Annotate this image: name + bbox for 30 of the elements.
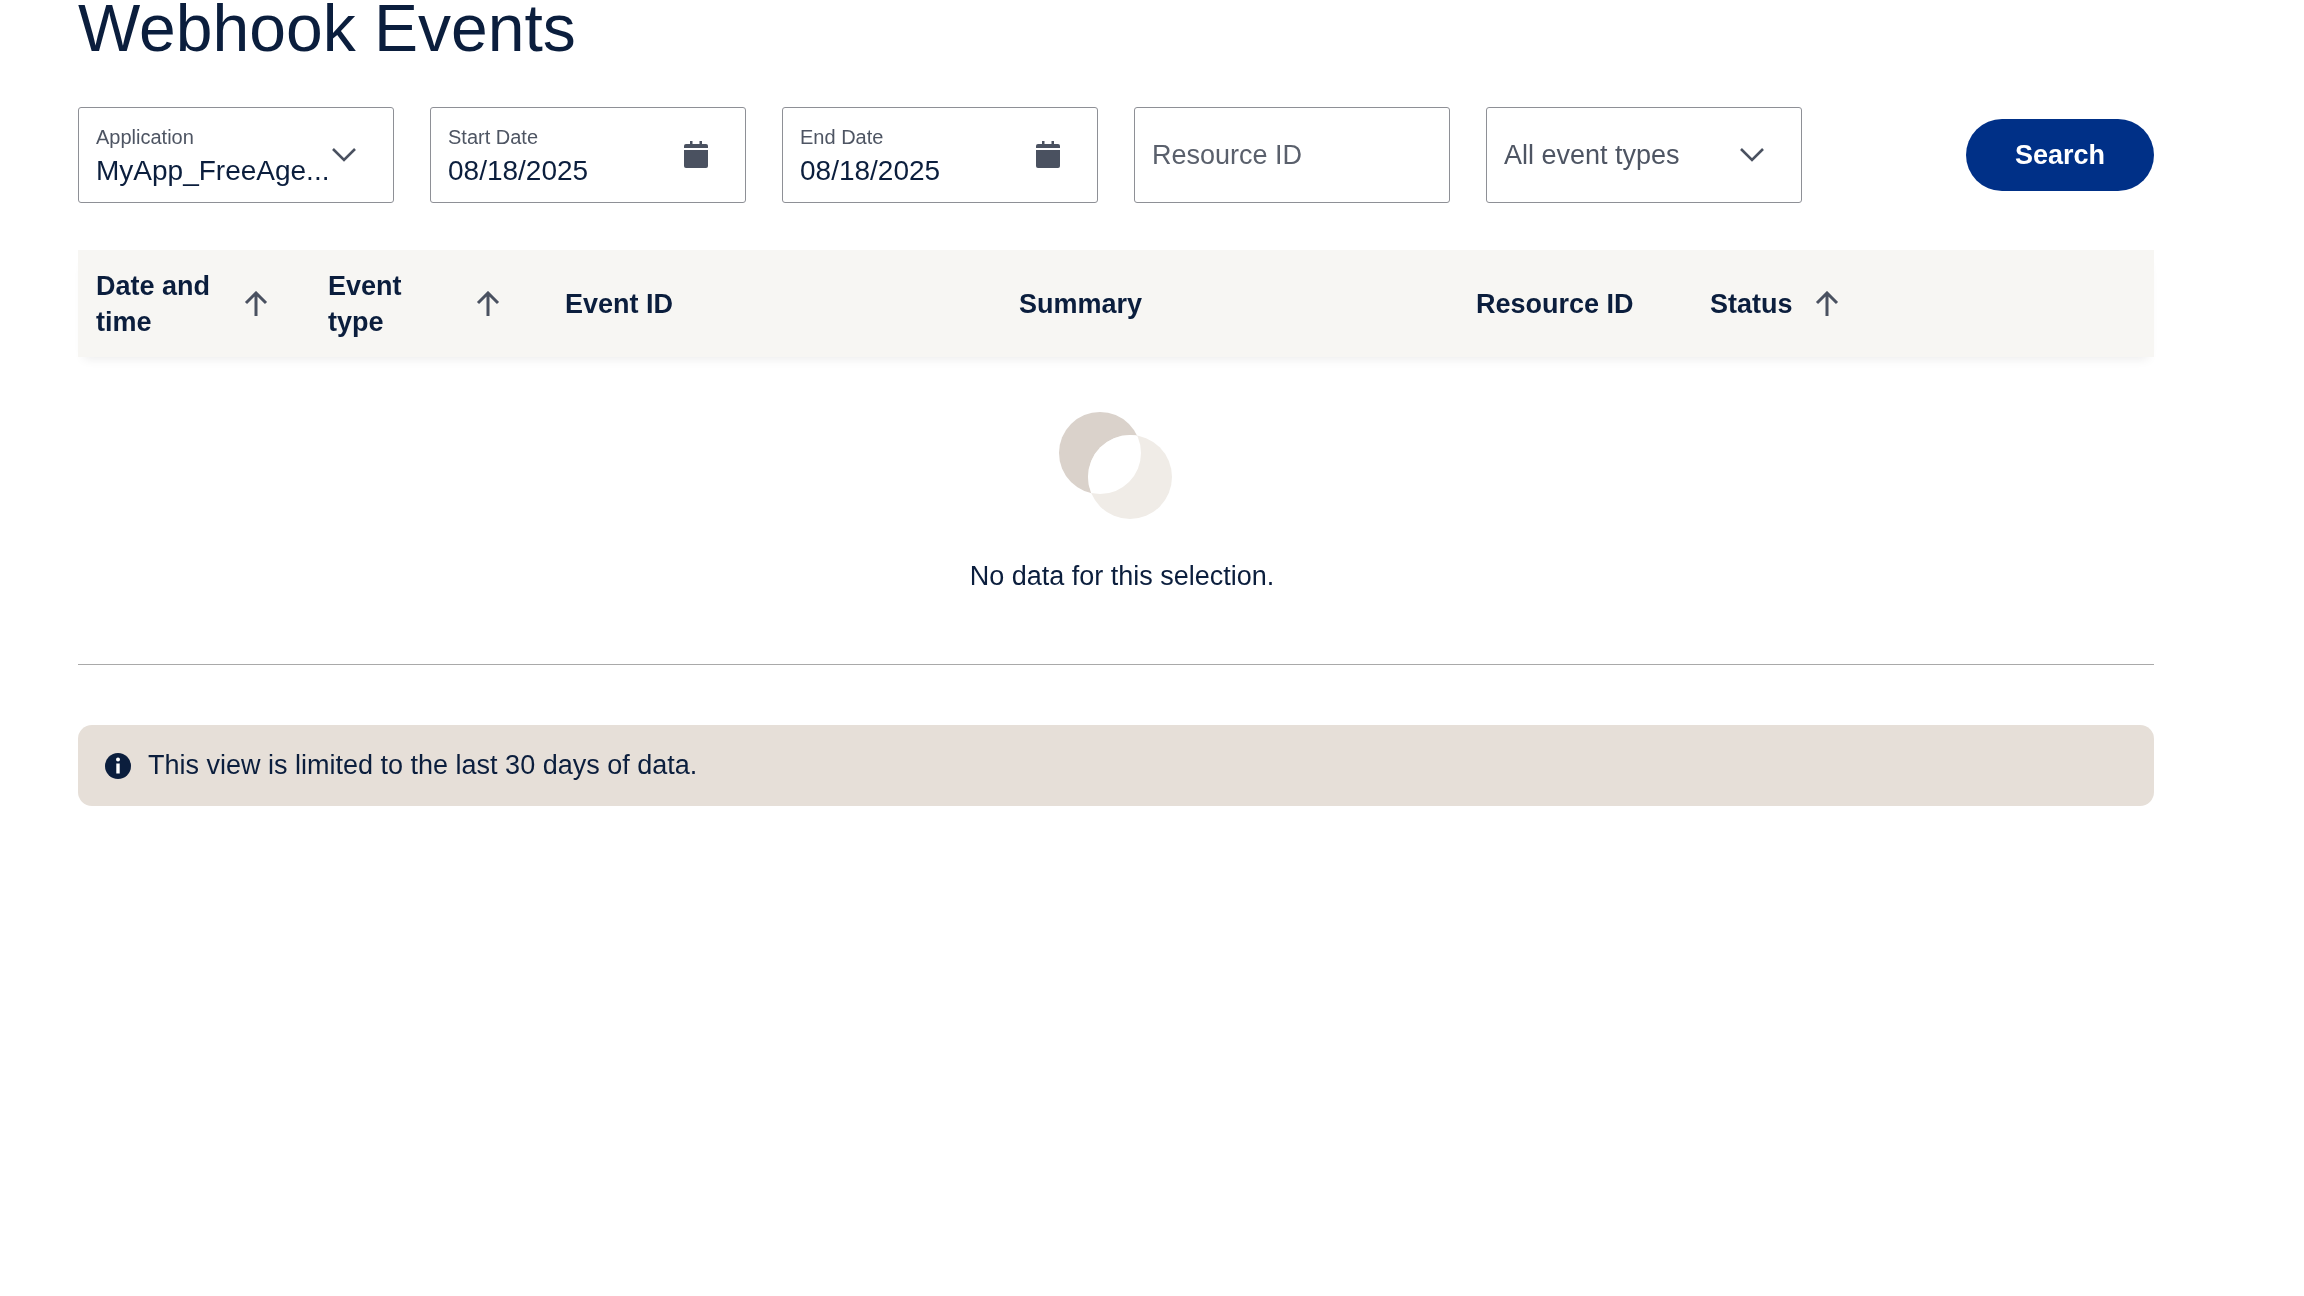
sort-arrow-icon[interactable] — [244, 290, 268, 317]
search-button[interactable]: Search — [1966, 119, 2154, 191]
field-value: 08/18/2025 — [800, 154, 941, 187]
field-label: End Date — [800, 125, 885, 149]
field-label: Application — [96, 125, 195, 149]
column-label: Status — [1710, 287, 1793, 321]
field-value: 08/18/2025 — [448, 154, 589, 187]
field-label: Start Date — [448, 125, 540, 149]
chevron-down-icon — [331, 147, 357, 163]
info-icon — [104, 751, 132, 780]
date-field[interactable]: Start Date 08/18/2025 — [430, 107, 746, 203]
column-label: Event type — [328, 269, 403, 339]
field-value: MyApp_FreeAge... — [96, 154, 330, 187]
resource-id-field[interactable]: Resource ID — [1134, 107, 1450, 203]
chevron-down-icon — [1739, 147, 1765, 163]
column-label: Date and time — [96, 269, 212, 339]
event-type-dropdown[interactable]: All event types — [1486, 107, 1802, 203]
dropdown-value: All event types — [1504, 139, 1680, 171]
calendar-icon — [683, 141, 709, 169]
sort-arrow-icon[interactable] — [476, 290, 500, 317]
calendar-icon — [1035, 141, 1061, 169]
column-label: Event ID — [565, 287, 674, 321]
column-label: Summary — [1019, 287, 1143, 321]
column-label: Resource ID — [1476, 287, 1634, 321]
empty-message: No data for this selection. — [969, 561, 1275, 592]
application-select[interactable]: Application MyApp_FreeAge... — [78, 107, 394, 203]
page-title: Webhook Events — [78, 0, 577, 67]
date-field[interactable]: End Date 08/18/2025 — [782, 107, 1098, 203]
info-text: This view is limited to the last 30 days of data. — [148, 750, 698, 781]
sort-arrow-icon[interactable] — [1814, 290, 1839, 317]
